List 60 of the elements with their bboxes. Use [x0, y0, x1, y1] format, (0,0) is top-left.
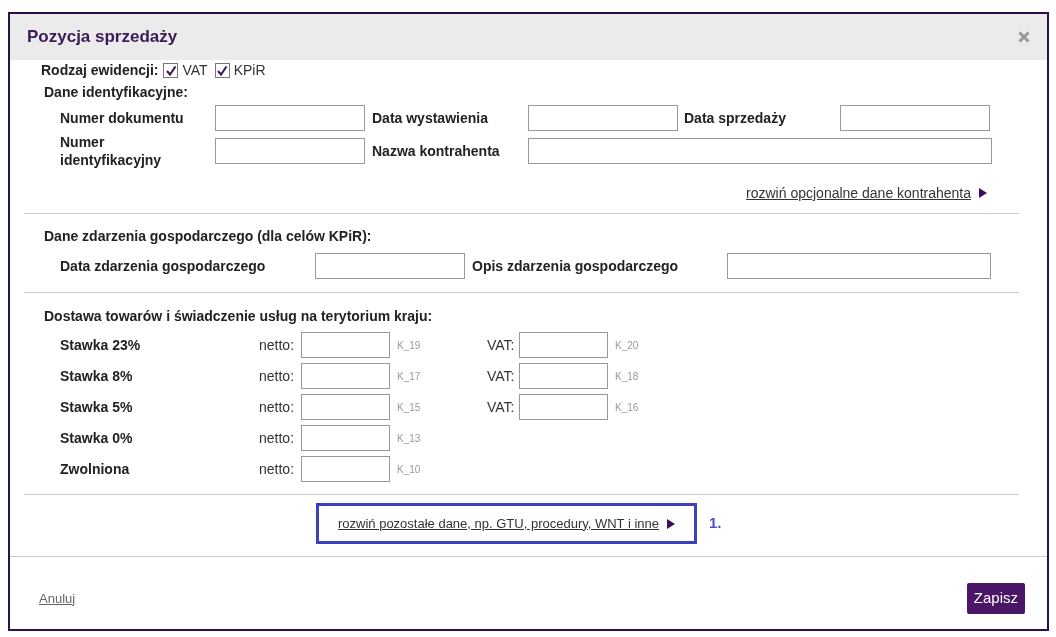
dialog-title: Pozycja sprzedaży	[27, 26, 178, 49]
field-code: K_15	[397, 400, 422, 415]
field-label: VAT:	[487, 397, 516, 417]
input-field[interactable]	[315, 253, 465, 279]
input-field[interactable]	[840, 105, 990, 131]
section-heading: Dostawa towarów i świadczenie usług na terytorium kraju:	[43, 307, 434, 326]
field-code: K_18	[615, 369, 640, 384]
input-field[interactable]	[301, 363, 390, 389]
rate-label: Stawka 0%	[60, 428, 134, 448]
field-code: K_10	[397, 462, 422, 477]
triangle-icon	[667, 518, 676, 529]
rate-label: Stawka 5%	[60, 397, 134, 417]
input-field[interactable]	[519, 332, 608, 358]
step-number: 1.	[709, 513, 723, 534]
checkbox-label: VAT	[182, 61, 208, 80]
input-field[interactable]	[215, 105, 365, 131]
field-label: VAT:	[487, 335, 516, 355]
input-field[interactable]	[727, 253, 991, 279]
field-label: VAT:	[487, 366, 516, 386]
input-field[interactable]	[301, 332, 390, 358]
input-field[interactable]	[519, 394, 608, 420]
input-field[interactable]	[528, 105, 678, 131]
field-label: netto:	[259, 397, 296, 417]
input-field[interactable]	[519, 363, 608, 389]
field-code: K_17	[397, 369, 422, 384]
field-label: Data sprzedaży	[684, 109, 787, 127]
cancel-link[interactable]: Anuluj	[39, 588, 76, 609]
input-field[interactable]	[528, 138, 992, 164]
field-label: Numer identyfikacyjny	[60, 133, 163, 169]
field-label: netto:	[259, 459, 296, 479]
save-button[interactable]: Zapisz	[966, 583, 1025, 614]
input-field[interactable]	[301, 456, 390, 482]
checkbox-label: KPiR	[233, 61, 266, 80]
field-label: Nazwa kontrahenta	[372, 142, 501, 160]
field-label: Rodzaj ewidencji:	[41, 61, 159, 80]
field-label: Opis zdarzenia gospodarczego	[472, 256, 680, 276]
field-label: netto:	[259, 428, 296, 448]
field-code: K_20	[615, 338, 640, 353]
field-label: Numer dokumentu	[60, 109, 185, 127]
checkbox[interactable]	[163, 63, 179, 78]
triangle-icon	[979, 188, 987, 198]
expand-link[interactable]: rozwiń pozostałe dane, np. GTU, procedury, WNT i inne	[337, 513, 660, 534]
field-code: K_16	[615, 400, 640, 415]
field-label: Data zdarzenia gospodarczego	[60, 256, 267, 276]
input-field[interactable]	[301, 394, 390, 420]
input-field[interactable]	[215, 138, 365, 164]
field-code: K_19	[397, 338, 422, 353]
section-heading: Dane identyfikacyjne:	[43, 83, 189, 102]
rate-label: Stawka 23%	[60, 335, 142, 355]
close-icon[interactable]	[1018, 31, 1030, 43]
rate-label: Stawka 8%	[60, 366, 134, 386]
rate-label: Zwolniona	[60, 459, 131, 479]
section-heading: Dane zdarzenia gospodarczego (dla celów KPiR):	[43, 227, 373, 246]
input-field[interactable]	[301, 425, 390, 451]
field-code: K_13	[397, 431, 422, 446]
field-label: netto:	[259, 335, 296, 355]
checkbox[interactable]	[214, 63, 230, 78]
expand-link[interactable]: rozwiń opcjonalne dane kontrahenta	[746, 182, 971, 204]
field-label: Data wystawienia	[372, 109, 489, 127]
field-label: netto:	[259, 366, 296, 386]
